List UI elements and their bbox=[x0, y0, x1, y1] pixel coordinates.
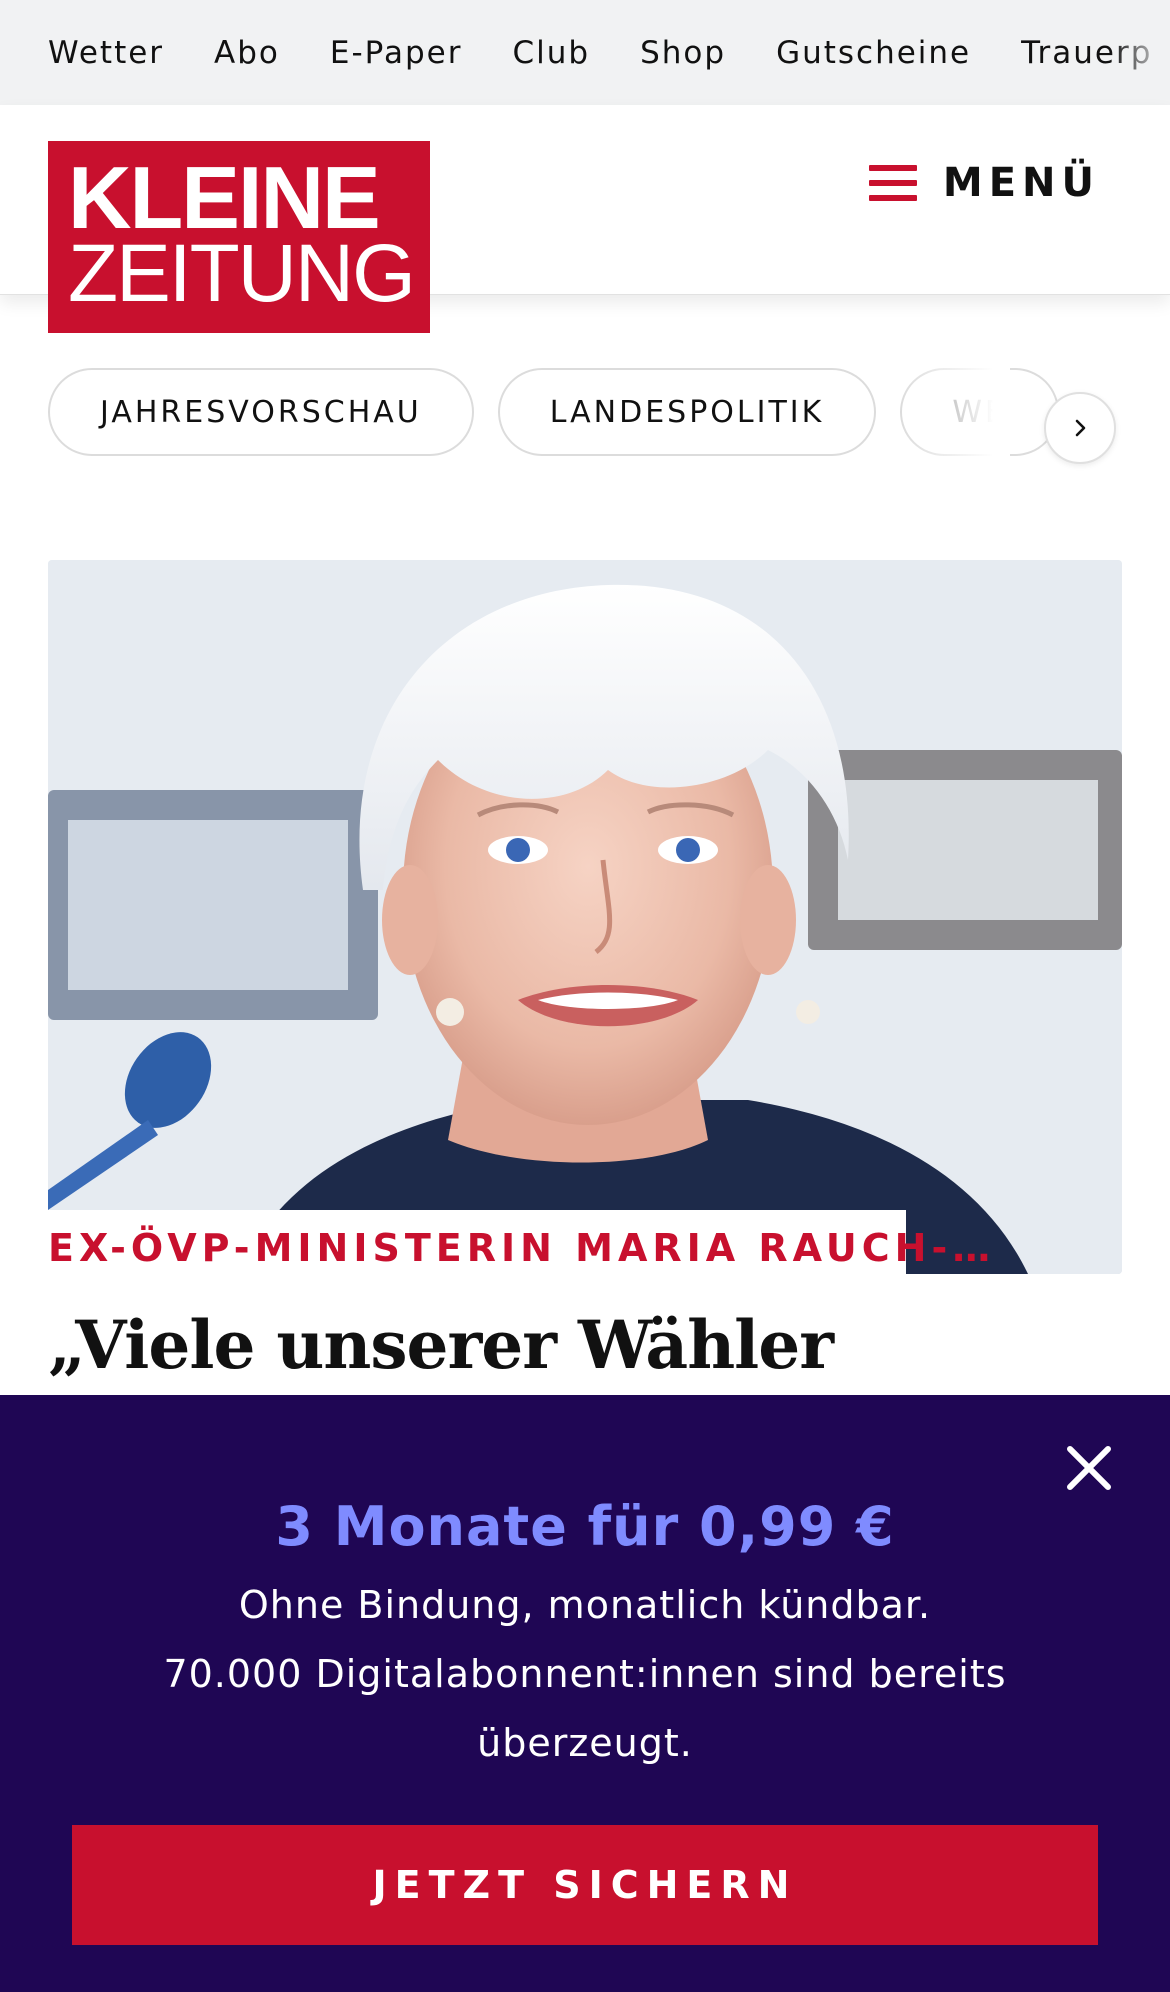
article-hero-image[interactable] bbox=[48, 560, 1122, 1274]
subscription-overlay: 3 Monate für 0,99 € Ohne Bindung, monatl… bbox=[0, 1395, 1170, 1992]
offer-line-2: 70.000 Digitalabonnent:innen sind bereit… bbox=[163, 1652, 1007, 1696]
nav-link-wetter[interactable]: Wetter bbox=[48, 35, 164, 71]
chevron-right-icon bbox=[1075, 419, 1086, 437]
chips-next-button[interactable] bbox=[1044, 392, 1116, 464]
chips-fade bbox=[900, 360, 1010, 470]
nav-link-gutscheine[interactable]: Gutscheine bbox=[776, 35, 971, 71]
site-logo[interactable]: KLEINE ZEITUNG bbox=[48, 141, 430, 333]
logo-line-2: ZEITUNG bbox=[68, 228, 416, 319]
nav-link-epaper[interactable]: E-Paper bbox=[330, 35, 463, 71]
top-utility-nav: Wetter Abo E-Paper Club Shop Gutscheine … bbox=[0, 0, 1170, 105]
menu-label: MENÜ bbox=[942, 160, 1100, 206]
close-button[interactable] bbox=[1064, 1443, 1114, 1493]
site-header: KLEINE ZEITUNG MENÜ bbox=[0, 105, 1170, 333]
offer-description: Ohne Bindung, monatlich kündbar. 70.000 … bbox=[0, 1571, 1170, 1778]
offer-line-3: überzeugt. bbox=[477, 1721, 693, 1765]
offer-line-1: Ohne Bindung, monatlich kündbar. bbox=[238, 1583, 932, 1627]
close-icon bbox=[1067, 1446, 1111, 1490]
offer-title: 3 Monate für 0,99 € bbox=[275, 1495, 895, 1558]
article-headline[interactable]: „Viele unserer Wähler bbox=[48, 1306, 834, 1384]
nav-link-club[interactable]: Club bbox=[512, 35, 590, 71]
hamburger-icon bbox=[868, 165, 917, 201]
chip-landespolitik[interactable]: LANDESPOLITIK bbox=[497, 368, 877, 456]
nav-fade bbox=[1110, 0, 1170, 105]
menu-button[interactable]: MENÜ bbox=[868, 153, 1100, 213]
article-kicker[interactable]: EX-ÖVP-MINISTERIN MARIA RAUCH-… bbox=[48, 1226, 995, 1270]
chip-jahresvorschau[interactable]: JAHRESVORSCHAU bbox=[48, 368, 474, 456]
nav-link-abo[interactable]: Abo bbox=[214, 35, 280, 71]
portrait-photo bbox=[48, 560, 1122, 1274]
subscribe-cta-button[interactable]: JETZT SICHERN bbox=[72, 1825, 1098, 1945]
nav-link-shop[interactable]: Shop bbox=[640, 35, 726, 71]
